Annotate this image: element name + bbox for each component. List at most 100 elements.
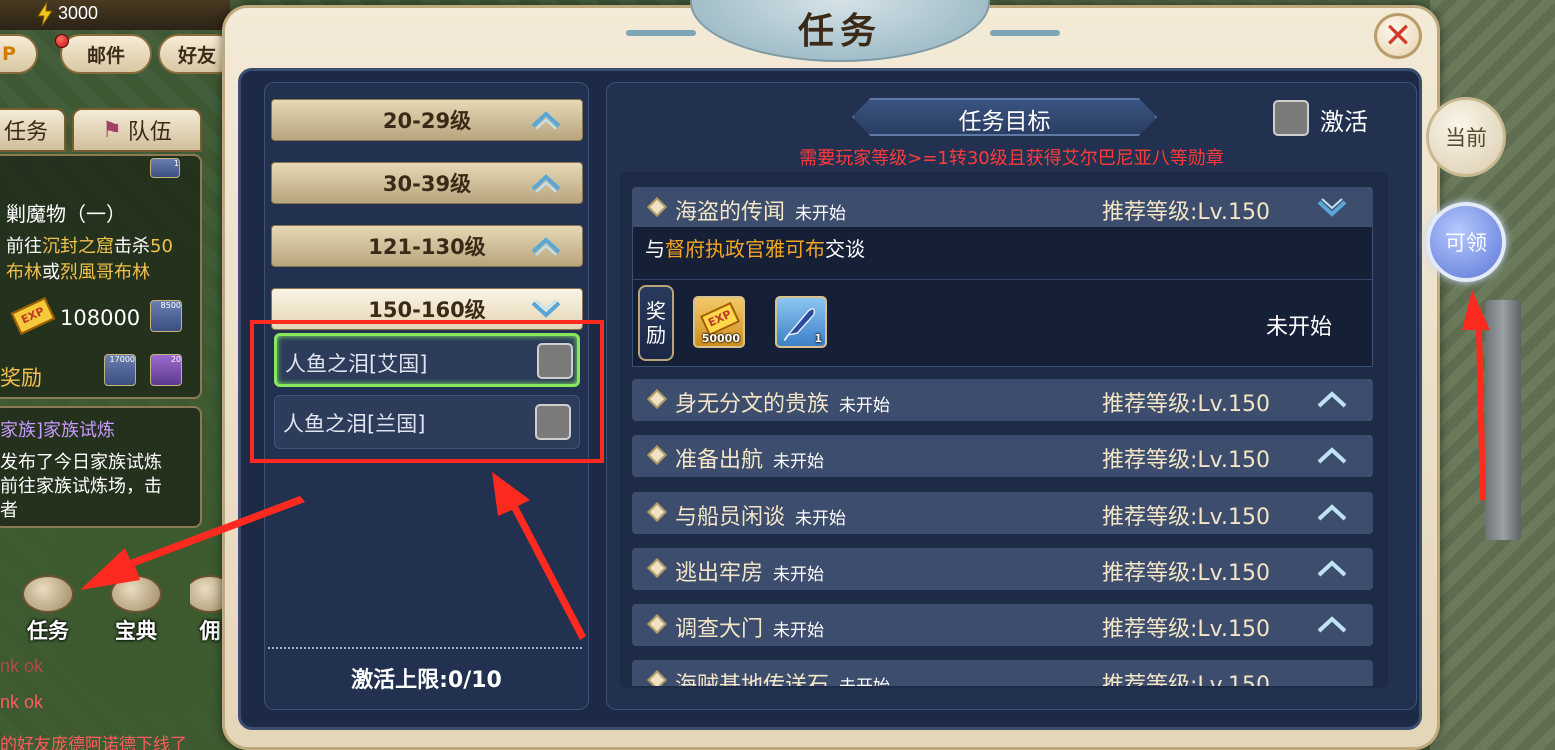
- family-quest-line2: 前往家族试炼场，击: [0, 476, 162, 497]
- left-panel-tabs: 任务 ⚑ 队伍: [0, 108, 205, 154]
- codex-menu-button[interactable]: 宝典: [106, 575, 166, 645]
- activate-label: 激活: [1320, 108, 1368, 136]
- quest-step-name: 准备出航 未开始: [675, 442, 824, 474]
- objective-banner-title: 任务目标: [958, 109, 1051, 135]
- level-group-121-130[interactable]: 121-130级: [271, 225, 583, 267]
- recommended-level: 推荐等级:Lv.150: [1102, 448, 1270, 473]
- quest-step-status: 未开始: [773, 565, 825, 585]
- quest-menu-button[interactable]: 任务: [18, 575, 78, 645]
- chevron-up-icon: [1317, 447, 1347, 464]
- diamond-bullet-icon: [647, 197, 667, 217]
- requirement-text: 需要玩家等级>=1转30级且获得艾尔巴尼亚八等勋章: [799, 148, 1224, 169]
- claimable-quests-label: 可领: [1445, 231, 1487, 255]
- quest-step-status: 未开始: [795, 509, 847, 529]
- recommended-level: 推荐等级:Lv.150: [1102, 200, 1270, 225]
- quest-step-title: 逃出牢房: [675, 561, 764, 586]
- chat-line: nk ok: [0, 656, 44, 676]
- recommended-level: 推荐等级:Lv.150: [1102, 617, 1270, 642]
- quest-step-name: 逃出牢房 未开始: [675, 555, 824, 587]
- quest-step-row[interactable]: 调查大门 未开始 推荐等级:Lv.150: [632, 604, 1373, 646]
- coin-reward-count: 8500: [160, 301, 181, 310]
- quest-step-status: 未开始: [839, 396, 891, 416]
- diamond-bullet-icon: [647, 670, 667, 686]
- desc-place[interactable]: 沉封之窟: [42, 236, 114, 257]
- book-icon: [110, 575, 162, 613]
- close-button[interactable]: ✕: [1374, 13, 1422, 59]
- level-group-30-39[interactable]: 30-39级: [271, 162, 583, 204]
- activate-quest-checkbox[interactable]: [1273, 100, 1309, 136]
- chevron-up-icon: [1317, 616, 1347, 633]
- desc-monster-a[interactable]: 布林: [6, 262, 42, 283]
- chevron-up-icon: [1317, 391, 1347, 408]
- coin-reward-count-2: 17000: [109, 355, 135, 364]
- quill-icon: [22, 575, 74, 613]
- quest-step-title: 海盗的传闻: [675, 200, 786, 225]
- chevron-up-icon: [531, 111, 561, 130]
- desc-suffix: 交谈: [825, 237, 865, 261]
- mail-label: 邮件: [86, 44, 125, 67]
- current-quests-label: 当前: [1445, 126, 1487, 150]
- level-group-label: 20-29级: [382, 109, 472, 133]
- exp-ticket-icon: EXP: [10, 297, 56, 335]
- tab-quest-label: 任务: [3, 120, 48, 145]
- quest-step-row[interactable]: 逃出牢房 未开始 推荐等级:Lv.150: [632, 548, 1373, 590]
- quest-step-title: 与船员闲谈: [675, 505, 786, 530]
- family-quest-panel[interactable]: 家族]家族试炼 发布了今日家族试炼 前往家族试炼场，击 者: [0, 406, 202, 528]
- reward-count: 1: [814, 332, 822, 345]
- exp-reward-item[interactable]: EXP 50000: [693, 296, 745, 348]
- diamond-bullet-icon: [647, 558, 667, 578]
- vip-icon: P: [2, 43, 16, 65]
- npc-link[interactable]: 督府执政官雅可布: [665, 237, 825, 261]
- tab-quest[interactable]: 任务: [0, 108, 66, 152]
- quest-step-name: 身无分文的贵族 未开始: [675, 386, 890, 418]
- level-group-20-29[interactable]: 20-29级: [271, 99, 583, 141]
- exp-reward-value: 108000: [60, 306, 141, 330]
- recommended-level: 推荐等级:Lv.150: [1102, 505, 1270, 530]
- quest-step-status: 未开始: [773, 452, 825, 472]
- tab-team[interactable]: ⚑ 队伍: [72, 108, 202, 152]
- quest-step-name: 海盗的传闻 未开始: [675, 194, 846, 226]
- desc-monster-b[interactable]: 烈風哥布林: [60, 262, 150, 283]
- chevron-up-icon: [531, 174, 561, 193]
- reward-count: 50000: [701, 332, 740, 345]
- divider: [633, 279, 1374, 280]
- reward-label: 奖励: [0, 366, 42, 390]
- quest-menu-label: 任务: [27, 619, 69, 643]
- claimable-quests-button[interactable]: 可领: [1426, 202, 1506, 282]
- feather-reward-item[interactable]: 1: [775, 296, 827, 348]
- diamond-bullet-icon: [647, 389, 667, 409]
- quest-step-title: 调查大门: [675, 617, 764, 642]
- chevron-up-icon: [531, 237, 561, 256]
- current-quests-button[interactable]: 当前: [1426, 97, 1506, 177]
- chevron-up-icon: [1317, 560, 1347, 577]
- friends-label: 好友: [178, 44, 217, 67]
- quest-step-row[interactable]: 与船员闲谈 未开始 推荐等级:Lv.150: [632, 492, 1373, 534]
- quest-step-title: 海贼基地传送石: [675, 673, 830, 686]
- tracked-quest-panel[interactable]: 1 剿魔物（一） 前往沉封之窟击杀50 布林或烈風哥布林 EXP 108000 …: [0, 154, 202, 399]
- recommended-level: 推荐等级:Lv.150: [1102, 673, 1270, 686]
- recommended-level: 推荐等级:Lv.150: [1102, 392, 1270, 417]
- mail-button[interactable]: 邮件: [60, 34, 152, 74]
- desc-action: 击杀: [114, 236, 150, 257]
- mail-notification-dot: [55, 34, 69, 48]
- quest-row-clip: 海贼基地传送石未开始 推荐等级:Lv.150: [632, 660, 1373, 686]
- activation-limit: 激活上限:0/10: [351, 668, 502, 693]
- quest-step-row[interactable]: 海贼基地传送石未开始 推荐等级:Lv.150: [632, 660, 1373, 686]
- quest-step-row[interactable]: 准备出航 未开始 推荐等级:Lv.150: [632, 435, 1373, 477]
- diamond-bullet-icon: [647, 502, 667, 522]
- street-lamp-pillar: [1485, 300, 1521, 540]
- quest-step-name: 与船员闲谈 未开始: [675, 499, 846, 531]
- energy-bolt-icon: [37, 2, 53, 26]
- coin-reward-slot: 8500: [150, 300, 182, 332]
- level-group-label: 121-130级: [368, 235, 486, 259]
- recommended-level: 推荐等级:Lv.150: [1102, 561, 1270, 586]
- desc-or: 或: [42, 262, 60, 283]
- quest-step-name: 海贼基地传送石未开始: [675, 667, 890, 686]
- chat-line: nk ok: [0, 692, 44, 712]
- chevron-down-icon: [531, 299, 561, 318]
- quest-step-row[interactable]: 海盗的传闻 未开始 推荐等级:Lv.150: [632, 187, 1373, 229]
- quest-step-row[interactable]: 身无分文的贵族 未开始 推荐等级:Lv.150: [632, 379, 1373, 421]
- quest-step-title: 准备出航: [675, 448, 764, 473]
- level-group-label: 30-39级: [382, 172, 472, 196]
- energy-amount: 3000: [58, 3, 99, 23]
